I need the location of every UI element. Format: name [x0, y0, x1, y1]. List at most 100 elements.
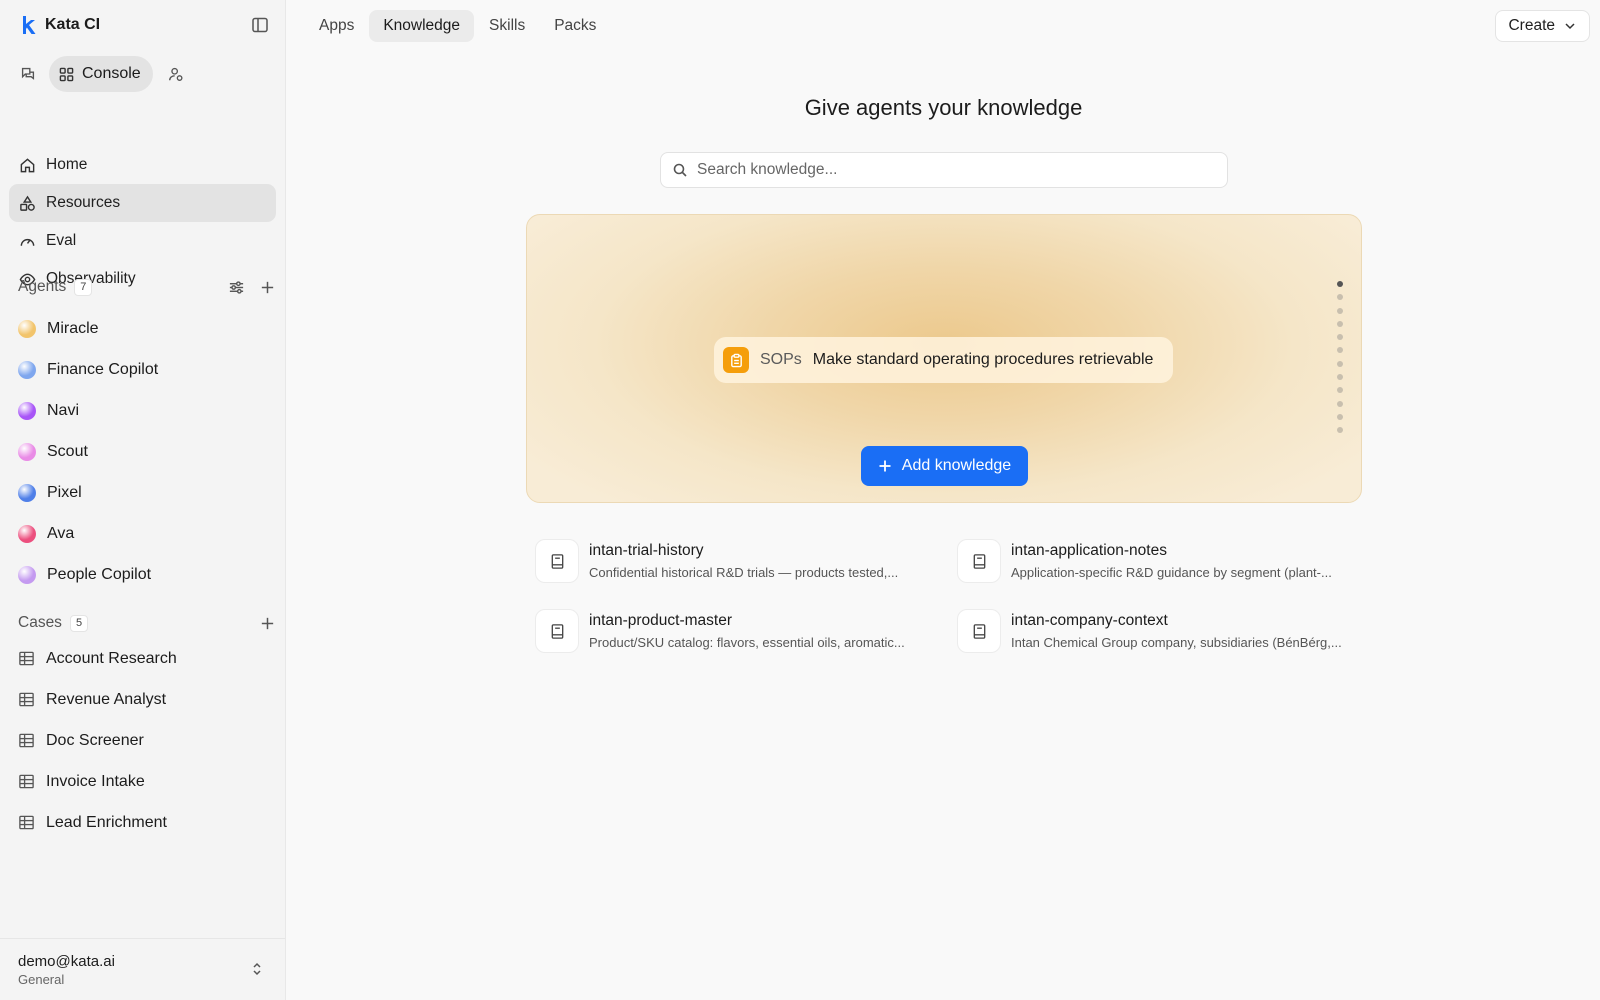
case-item[interactable]: Doc Screener — [9, 720, 276, 761]
tab-knowledge[interactable]: Knowledge — [369, 10, 475, 42]
search-box — [660, 152, 1228, 188]
agent-avatar — [18, 401, 36, 420]
agent-label: Miracle — [47, 319, 99, 337]
knowledge-name: intan-application-notes — [1011, 542, 1167, 559]
create-label: Create — [1508, 17, 1555, 34]
knowledge-name: intan-company-context — [1011, 612, 1168, 629]
carousel-dot[interactable] — [1337, 281, 1343, 287]
agent-label: People Copilot — [47, 565, 152, 583]
add-knowledge-button[interactable]: Add knowledge — [861, 446, 1028, 486]
knowledge-banner: SOPs Make standard operating procedures … — [526, 214, 1362, 503]
cases-list: Account Research Revenue Analyst Doc Scree… — [9, 638, 276, 843]
case-item[interactable]: Lead Enrichment — [9, 802, 276, 843]
add-case-icon[interactable] — [259, 615, 276, 632]
shapes-icon — [20, 195, 35, 211]
nav-label: Eval — [46, 232, 77, 249]
agent-label: Scout — [47, 442, 88, 460]
nav-item-resources[interactable]: Resources — [9, 184, 276, 222]
case-label: Lead Enrichment — [46, 813, 167, 831]
create-button[interactable]: Create — [1495, 10, 1590, 42]
sidebar-toggle-icon[interactable] — [250, 15, 270, 35]
add-agent-icon[interactable] — [259, 279, 276, 296]
agent-avatar — [18, 360, 36, 379]
console-mode-button[interactable]: Console — [49, 56, 153, 92]
case-item[interactable]: Account Research — [9, 638, 276, 679]
case-item[interactable]: Invoice Intake — [9, 761, 276, 802]
book-icon — [535, 539, 579, 583]
agent-item[interactable]: People Copilot — [9, 554, 276, 595]
search-input[interactable] — [697, 161, 1227, 179]
carousel-dot[interactable] — [1337, 374, 1343, 381]
agent-item[interactable]: Navi — [9, 390, 276, 431]
carousel-dot[interactable] — [1337, 427, 1343, 434]
agent-item[interactable]: Miracle — [9, 308, 276, 349]
carousel-dot[interactable] — [1337, 294, 1343, 301]
sop-description: Make standard operating procedures retri… — [812, 351, 1154, 368]
table-icon — [19, 692, 34, 707]
knowledge-name: intan-product-master — [589, 612, 733, 629]
sop-suggestion-chip[interactable]: SOPs Make standard operating procedures … — [714, 337, 1173, 383]
cases-title: Cases — [18, 614, 62, 631]
agent-item[interactable]: Ava — [9, 513, 276, 554]
agent-label: Pixel — [47, 483, 82, 501]
gauge-icon — [20, 238, 35, 246]
case-label: Invoice Intake — [46, 772, 145, 790]
table-icon — [19, 651, 34, 666]
page-title: Give agents your knowledge — [804, 95, 1083, 120]
nav-label: Home — [46, 156, 88, 173]
tab-apps[interactable]: Apps — [305, 10, 368, 42]
table-icon — [19, 733, 34, 748]
knowledge-item[interactable]: intan-product-master Product/SKU catalog:… — [535, 609, 935, 653]
people-mode-icon[interactable] — [164, 62, 188, 86]
grid-icon — [59, 67, 74, 81]
carousel-dot[interactable] — [1337, 347, 1343, 354]
account-email: demo@kata.ai — [18, 953, 115, 970]
agent-avatar — [18, 524, 36, 543]
case-label: Doc Screener — [46, 731, 144, 749]
agent-avatar — [18, 319, 36, 338]
console-label: Console — [82, 65, 141, 82]
filter-sliders-icon[interactable] — [228, 279, 245, 296]
tab-packs[interactable]: Packs — [540, 10, 610, 42]
carousel-dot[interactable] — [1337, 307, 1343, 314]
case-label: Account Research — [46, 649, 177, 667]
agent-label: Navi — [47, 401, 80, 419]
agent-item[interactable]: Pixel — [9, 472, 276, 513]
knowledge-item[interactable]: intan-application-notes Application-speci… — [957, 539, 1357, 583]
search-icon — [673, 163, 687, 177]
carousel-dot[interactable] — [1337, 320, 1343, 327]
knowledge-description: Intan Chemical Group company, subsidiari… — [1011, 635, 1342, 650]
case-label: Revenue Analyst — [46, 690, 167, 708]
case-item[interactable]: Revenue Analyst — [9, 679, 276, 720]
add-knowledge-label: Add knowledge — [901, 457, 1012, 474]
agent-item[interactable]: Finance Copilot — [9, 349, 276, 390]
carousel-dot[interactable] — [1337, 413, 1343, 420]
nav-item-home[interactable]: Home — [9, 146, 276, 184]
knowledge-description: Product/SKU catalog: flavors, essential … — [589, 635, 905, 650]
nav-item-eval[interactable]: Eval — [9, 222, 276, 260]
resource-tabs: Apps Knowledge Skills Packs — [305, 10, 611, 42]
chat-mode-icon[interactable] — [16, 62, 40, 86]
cases-header: Cases 5 — [18, 612, 276, 634]
knowledge-name: intan-trial-history — [589, 542, 704, 559]
agents-list: Miracle Finance Copilot Navi Scout Pixel Ava P… — [9, 308, 276, 595]
sidebar: Kata CI Console Home Resources Eval Obse… — [0, 0, 285, 1000]
carousel-dot[interactable] — [1337, 387, 1343, 394]
book-icon — [535, 609, 579, 653]
sop-label: SOPs — [760, 351, 802, 368]
knowledge-item[interactable]: intan-company-context Intan Chemical Grou… — [957, 609, 1357, 653]
carousel-dot[interactable] — [1337, 334, 1343, 341]
chevron-up-down-icon — [253, 962, 261, 976]
account-switcher[interactable]: demo@kata.ai General — [0, 938, 285, 1000]
carousel-dot[interactable] — [1337, 360, 1343, 367]
kata-logo-icon — [23, 16, 36, 34]
knowledge-item[interactable]: intan-trial-history Confidential historic… — [535, 539, 935, 583]
brand[interactable]: Kata CI — [20, 14, 100, 36]
agent-avatar — [18, 565, 36, 584]
agent-item[interactable]: Scout — [9, 431, 276, 472]
cases-count-badge: 5 — [69, 614, 89, 632]
agent-avatar — [18, 442, 36, 461]
tab-skills[interactable]: Skills — [475, 10, 539, 42]
knowledge-description: Confidential historical R&D trials — pro… — [589, 565, 899, 580]
carousel-dot[interactable] — [1337, 400, 1343, 407]
